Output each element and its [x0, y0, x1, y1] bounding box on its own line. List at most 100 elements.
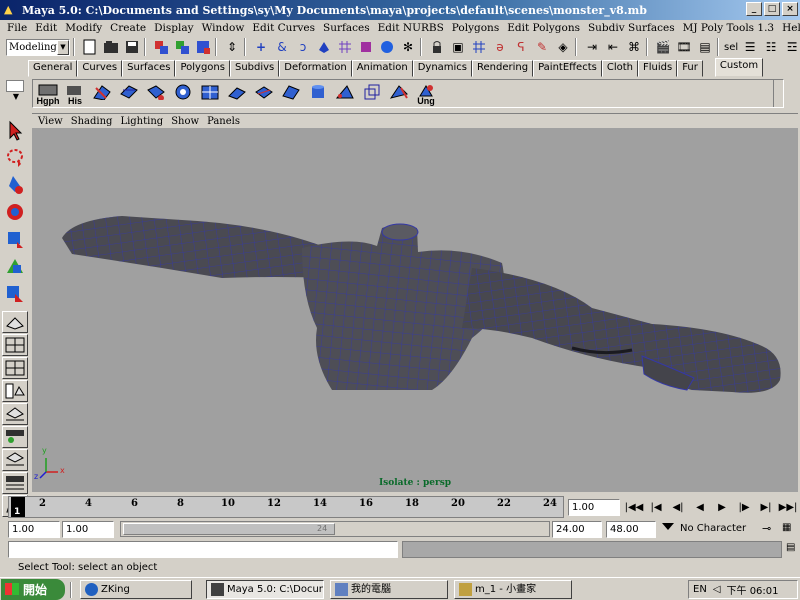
- select-misc-icon[interactable]: ✻: [399, 38, 417, 56]
- clock[interactable]: 下午 06:01: [727, 582, 779, 597]
- character-set-menu[interactable]: No Character Set: [680, 520, 758, 551]
- lock-selection-icon[interactable]: [428, 38, 446, 56]
- shelf-scroll[interactable]: [773, 80, 783, 107]
- graph-layout-icon[interactable]: [2, 403, 28, 425]
- snap-point-icon[interactable]: ᕋ: [512, 38, 530, 56]
- panel-menu-show[interactable]: Show: [167, 116, 203, 127]
- step-back-key-icon[interactable]: |◀: [646, 497, 666, 517]
- new-scene-icon[interactable]: [81, 38, 99, 56]
- menu-help[interactable]: Help: [778, 22, 800, 34]
- step-back-frame-icon[interactable]: ◀|: [668, 497, 688, 517]
- range-slider-handle[interactable]: [123, 523, 335, 535]
- step-forward-frame-icon[interactable]: |▶: [734, 497, 754, 517]
- animation-start-field[interactable]: 1.00: [8, 521, 60, 538]
- tab-general[interactable]: General: [28, 60, 78, 77]
- extrude-edge-icon[interactable]: [143, 82, 169, 106]
- make-live-icon[interactable]: ◈: [554, 38, 572, 56]
- wireframe-cube-icon[interactable]: [359, 82, 385, 106]
- select-component-icon[interactable]: [194, 38, 212, 56]
- language-indicator[interactable]: EN: [693, 584, 707, 595]
- stacked-layout-icon[interactable]: [2, 449, 28, 471]
- highlight-selection-icon[interactable]: ▣: [449, 38, 467, 56]
- tab-dynamics[interactable]: Dynamics: [412, 60, 473, 77]
- tab-painteffects[interactable]: PaintEffects: [533, 60, 602, 77]
- sculpt-polygons-icon[interactable]: [386, 82, 412, 106]
- menu-subdiv-surfaces[interactable]: Subdiv Surfaces: [584, 22, 679, 34]
- tab-deformation[interactable]: Deformation: [279, 60, 352, 77]
- menu-file[interactable]: File: [3, 22, 31, 34]
- construction-history-icon[interactable]: ⌘: [625, 38, 643, 56]
- panel-menu-panels[interactable]: Panels: [203, 116, 244, 127]
- menu-polygons[interactable]: Polygons: [448, 22, 503, 34]
- character-set-dropdown-icon[interactable]: [662, 523, 674, 530]
- close-button[interactable]: ×: [782, 2, 798, 16]
- channel-box-icon[interactable]: ☰: [741, 38, 759, 56]
- snap-grid-icon[interactable]: [470, 38, 488, 56]
- menu-surfaces[interactable]: Surfaces: [319, 22, 374, 34]
- command-input[interactable]: [8, 541, 398, 558]
- range-slider[interactable]: 24: [120, 521, 550, 537]
- append-polygon-icon[interactable]: [332, 82, 358, 106]
- taskbar-item-my-computer[interactable]: 我的電腦: [330, 580, 448, 599]
- start-button[interactable]: 開始: [1, 578, 65, 600]
- tab-fur[interactable]: Fur: [677, 60, 703, 77]
- panel-menu-shading[interactable]: Shading: [67, 116, 117, 127]
- cut-faces-icon[interactable]: [278, 82, 304, 106]
- minimize-button[interactable]: _: [746, 2, 762, 16]
- tab-surfaces[interactable]: Surfaces: [122, 60, 176, 77]
- move-tool-icon[interactable]: [2, 226, 28, 252]
- select-object-icon[interactable]: [173, 38, 191, 56]
- hypergraph-shelf-button[interactable]: Hgph: [35, 82, 61, 106]
- rotate-tool-icon[interactable]: [2, 199, 28, 225]
- animation-end-field[interactable]: 48.00: [606, 521, 656, 538]
- render-globals-icon[interactable]: ▤: [696, 38, 714, 56]
- menu-edit-polygons[interactable]: Edit Polygons: [503, 22, 584, 34]
- panel-menu-lighting[interactable]: Lighting: [116, 116, 167, 127]
- perspective-viewport[interactable]: y x z Isolate : persp: [32, 128, 798, 492]
- play-forwards-icon[interactable]: ▶: [712, 497, 732, 517]
- menu-mj-poly-tools[interactable]: MJ Poly Tools 1.3: [679, 22, 779, 34]
- menu-window[interactable]: Window: [198, 22, 249, 34]
- outliner-layout-icon[interactable]: [2, 380, 28, 402]
- select-curves-icon[interactable]: ↄ: [294, 38, 312, 56]
- four-pane-layout-icon[interactable]: [2, 334, 28, 356]
- output-ops-icon[interactable]: ⇤: [604, 38, 622, 56]
- go-to-start-icon[interactable]: |◀◀: [624, 497, 644, 517]
- tab-cloth[interactable]: Cloth: [601, 60, 638, 77]
- play-backwards-icon[interactable]: ◀: [690, 497, 710, 517]
- tab-curves[interactable]: Curves: [77, 60, 123, 77]
- scale-tool-icon[interactable]: [2, 253, 28, 279]
- tool-settings-icon[interactable]: ☲: [783, 38, 800, 56]
- go-to-end-icon[interactable]: ▶▶|: [778, 497, 798, 517]
- paint-select-tool-icon[interactable]: [2, 172, 28, 198]
- select-deformations-icon[interactable]: [336, 38, 354, 56]
- volume-icon[interactable]: ◁: [713, 584, 721, 595]
- snap-curve-icon[interactable]: ə: [491, 38, 509, 56]
- select-joints-icon[interactable]: &: [273, 38, 291, 56]
- animation-prefs-icon[interactable]: ▦: [782, 522, 791, 533]
- taskbar-item-zking[interactable]: ZKing: [80, 580, 192, 599]
- menu-create[interactable]: Create: [106, 22, 150, 34]
- mask-toggle-icon[interactable]: ⇕: [223, 38, 241, 56]
- chevron-down-icon[interactable]: ▼: [6, 92, 26, 101]
- bevel-icon[interactable]: [251, 82, 277, 106]
- merge-vertices-icon[interactable]: [170, 82, 196, 106]
- timeline-layout-icon[interactable]: [2, 472, 28, 494]
- hypershade-layout-icon[interactable]: [2, 426, 28, 448]
- panel-menu-view[interactable]: View: [34, 116, 67, 127]
- menu-edit-curves[interactable]: Edit Curves: [248, 22, 319, 34]
- history-shelf-button[interactable]: His: [62, 82, 88, 106]
- cylinder-icon[interactable]: [305, 82, 331, 106]
- split-polygon-icon[interactable]: [89, 82, 115, 106]
- single-pane-layout-icon[interactable]: [2, 311, 28, 333]
- save-scene-icon[interactable]: [123, 38, 141, 56]
- tab-subdivs[interactable]: Subdivs: [229, 60, 280, 77]
- lasso-tool-icon[interactable]: [2, 145, 28, 171]
- extrude-face-icon[interactable]: [116, 82, 142, 106]
- menu-edit[interactable]: Edit: [31, 22, 61, 34]
- step-forward-key-icon[interactable]: ▶|: [756, 497, 776, 517]
- menu-modify[interactable]: Modify: [61, 22, 106, 34]
- select-all-icon[interactable]: +: [252, 38, 270, 56]
- select-dynamics-icon[interactable]: [357, 38, 375, 56]
- maya-app-icon[interactable]: ▲: [4, 3, 18, 17]
